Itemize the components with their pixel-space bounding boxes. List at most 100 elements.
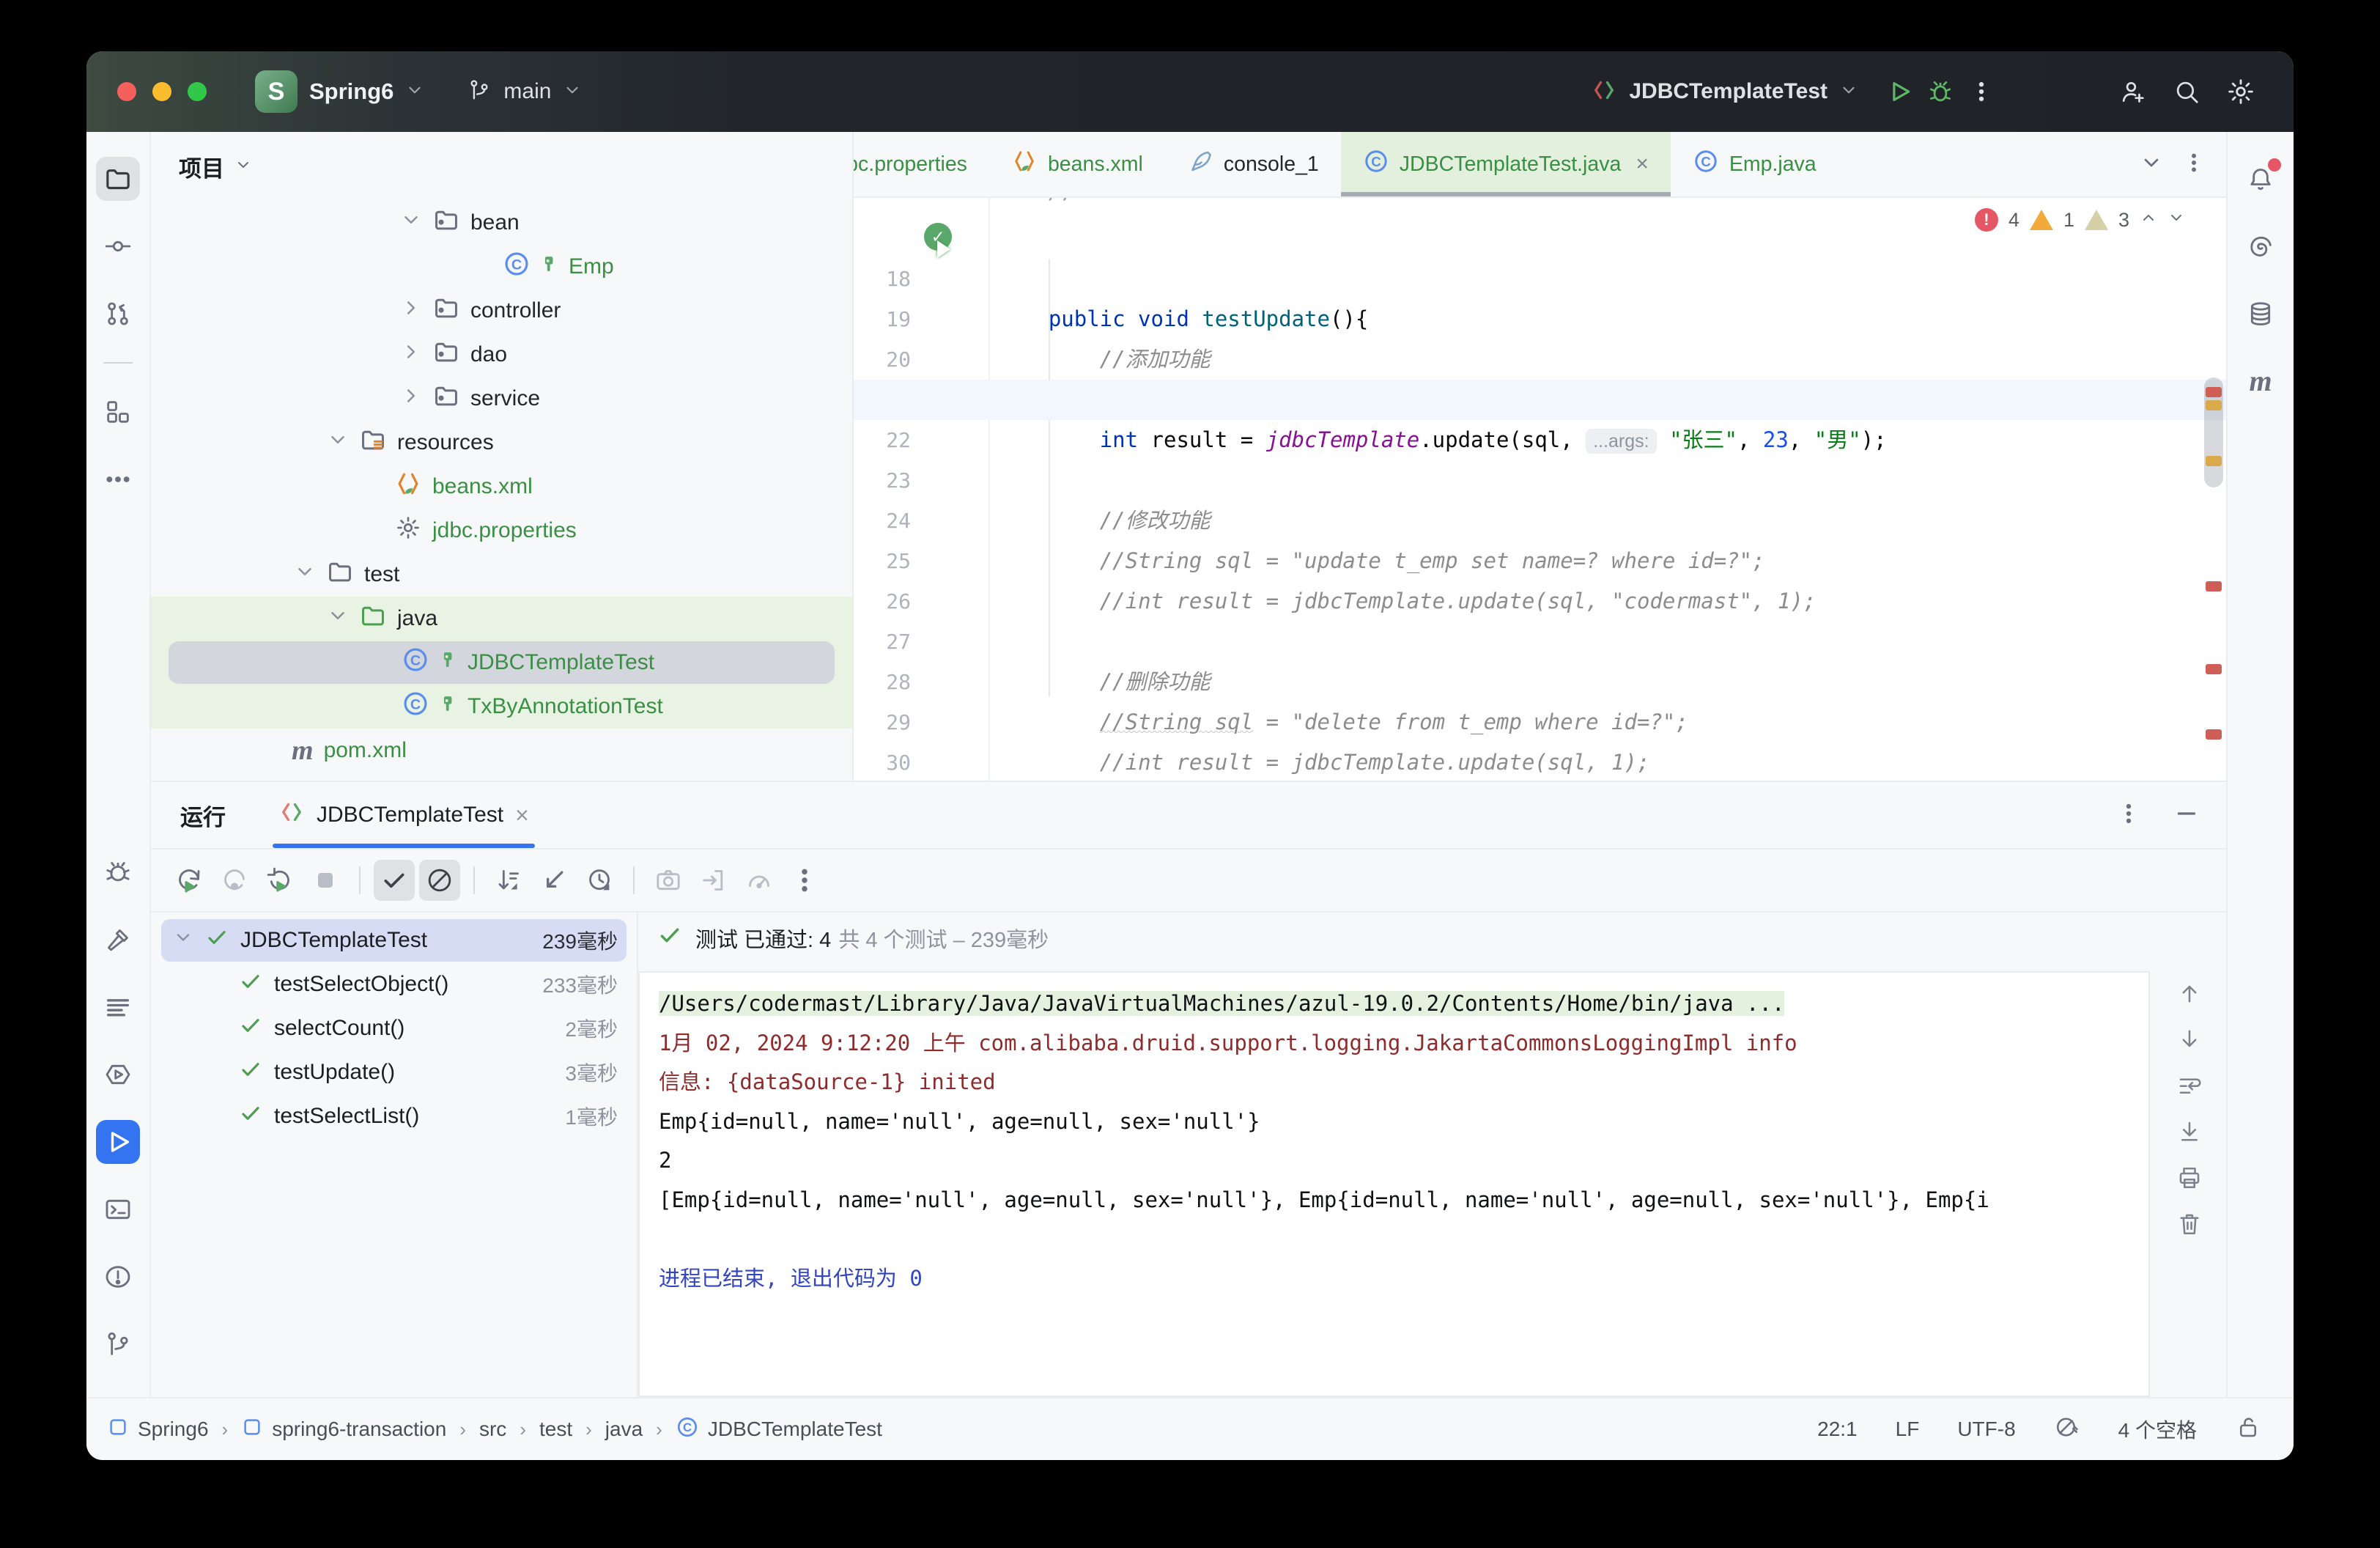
line-separator[interactable]: LF: [1896, 1418, 1920, 1441]
chevron-right-icon[interactable]: [400, 341, 422, 369]
search-everywhere-button[interactable]: [2166, 71, 2207, 112]
arrow-up-icon[interactable]: [2176, 980, 2203, 1010]
code-line-21[interactable]: 21 int result = jdbcTemplate.update(sql,…: [854, 339, 2200, 380]
more-actions-button[interactable]: [1961, 71, 2002, 112]
code-line-26[interactable]: 26: [854, 541, 2200, 581]
next-problem-button[interactable]: [2168, 209, 2185, 232]
editor-tab-jdbc.properties[interactable]: jdbc.properties: [854, 132, 989, 196]
test-row-testSelectObject()[interactable]: testSelectObject() 233毫秒: [151, 962, 637, 1006]
more-vertical-button[interactable]: [784, 860, 825, 901]
toolwindow-button-pull-request[interactable]: [96, 292, 140, 336]
tree-item-Emp[interactable]: C Emp: [151, 245, 852, 289]
toolwindow-button-debug-bug[interactable]: [96, 850, 140, 894]
toolwindow-button-structure[interactable]: [96, 390, 140, 434]
stop-button[interactable]: [305, 860, 346, 901]
settings-button[interactable]: [2220, 71, 2261, 112]
error-stripe-mark[interactable]: [2206, 664, 2222, 674]
indent-info[interactable]: 4 个空格: [2118, 1415, 2197, 1444]
show-passed-check-button[interactable]: [374, 860, 415, 901]
show-ignored-slash-button[interactable]: [419, 860, 460, 901]
run-config-widget[interactable]: JDBCTemplateTest: [1591, 77, 1858, 107]
editor-tab-JDBCTemplateTest.java[interactable]: C JDBCTemplateTest.java ×: [1341, 132, 1671, 196]
code-line-23[interactable]: 23 //修改功能: [854, 420, 2200, 460]
inspections-widget[interactable]: ! 4 1 3: [1975, 208, 2185, 232]
run-test-gutter-icon[interactable]: ✓: [924, 223, 958, 257]
toolwindow-button-project-folder[interactable]: [96, 157, 140, 201]
minimize-window-button[interactable]: [152, 82, 171, 101]
rerun-button[interactable]: [169, 860, 210, 901]
tree-item-JDBCTemplateTest[interactable]: C JDBCTemplateTest: [151, 641, 852, 685]
breadcrumb-item-spring6-transaction[interactable]: spring6-transaction: [241, 1416, 446, 1443]
run-button[interactable]: [1879, 71, 1920, 112]
editor-tab-beans.xml[interactable]: beans.xml: [989, 132, 1165, 196]
run-panel-options-button[interactable]: [2116, 801, 2141, 830]
chevron-down-icon[interactable]: [294, 561, 316, 589]
tree-item-java[interactable]: java: [151, 597, 852, 641]
screenshot-camera-button[interactable]: [648, 860, 689, 901]
editor-tab-Emp.java[interactable]: C Emp.java: [1671, 132, 1838, 196]
tree-item-TxByAnnotationTest[interactable]: C TxByAnnotationTest: [151, 685, 852, 729]
toolwindow-button-todo-lines[interactable]: [96, 985, 140, 1029]
code-line-31[interactable]: 31: [854, 742, 2200, 781]
breadcrumb-item-JDBCTemplateTest[interactable]: CJDBCTemplateTest: [676, 1415, 882, 1444]
highlighting-level-icon[interactable]: [2054, 1414, 2080, 1445]
test-row-testSelectList()[interactable]: testSelectList() 1毫秒: [151, 1094, 637, 1138]
arrow-down-icon[interactable]: [2176, 1026, 2203, 1056]
tree-item-dao[interactable]: dao: [151, 333, 852, 377]
chevron-down-icon[interactable]: [327, 605, 349, 633]
code-line-28[interactable]: 28 //String sql = "delete from t_emp whe…: [854, 622, 2200, 662]
toolwindow-button-database[interactable]: [2239, 292, 2283, 336]
editor-tab-console_1[interactable]: console_1: [1165, 132, 1341, 196]
hide-run-panel-button[interactable]: [2173, 800, 2200, 830]
tabs-list-icon[interactable]: [2140, 151, 2163, 178]
breadcrumb-item-Spring6[interactable]: Spring6: [107, 1416, 209, 1443]
chevron-down-icon[interactable]: [173, 927, 193, 954]
scroll-to-end-icon[interactable]: [2176, 1118, 2203, 1149]
chevron-right-icon[interactable]: [400, 385, 422, 413]
toolwindow-button-git-branch[interactable]: [96, 1322, 140, 1366]
run-tab[interactable]: JDBCTemplateTest ×: [273, 782, 535, 848]
error-stripe-mark[interactable]: [2206, 729, 2222, 740]
chevron-down-icon[interactable]: [327, 429, 349, 457]
code-line-24[interactable]: 24 //String sql = "update t_emp set name…: [854, 460, 2200, 501]
close-tab-icon[interactable]: ×: [1636, 152, 1649, 177]
toolwindow-button-commit[interactable]: [96, 224, 140, 268]
soft-wrap-icon[interactable]: [2176, 1072, 2203, 1102]
breadcrumb-item-java[interactable]: java: [605, 1418, 643, 1441]
error-stripe-mark[interactable]: [2206, 456, 2222, 466]
breadcrumb-item-src[interactable]: src: [479, 1418, 506, 1441]
toolwindow-button-more-horizontal[interactable]: [96, 457, 140, 501]
chevron-down-icon[interactable]: [234, 153, 252, 180]
editor-scrollbar[interactable]: [2200, 198, 2226, 781]
sort-alpha-button[interactable]: [488, 860, 529, 901]
debug-button[interactable]: [1920, 71, 1961, 112]
toolwindow-button-run-play[interactable]: [96, 1120, 140, 1164]
error-stripe-mark[interactable]: [2206, 400, 2222, 410]
console-output[interactable]: /Users/codermast/Library/Java/JavaVirtua…: [638, 971, 2150, 1397]
error-stripe-mark[interactable]: [2206, 387, 2222, 397]
prev-problem-button[interactable]: [2140, 209, 2157, 232]
tree-item-jdbc.properties[interactable]: jdbc.properties: [151, 509, 852, 553]
lock-open-icon[interactable]: [2235, 1414, 2261, 1445]
code-line-30[interactable]: 30 }: [854, 702, 2200, 742]
branch-widget[interactable]: main: [467, 78, 582, 106]
test-row-selectCount()[interactable]: selectCount() 2毫秒: [151, 1006, 637, 1050]
tree-item-service[interactable]: service: [151, 377, 852, 421]
close-run-tab-button[interactable]: ×: [515, 802, 529, 829]
tree-item-test[interactable]: test: [151, 553, 852, 597]
tree-item-beans.xml[interactable]: beans.xml: [151, 465, 852, 509]
toolwindow-button-terminal[interactable]: [96, 1187, 140, 1231]
chevron-down-icon[interactable]: [400, 209, 422, 237]
tabs-more-icon[interactable]: [2182, 151, 2206, 178]
close-window-button[interactable]: [117, 82, 136, 101]
chevron-right-icon[interactable]: [400, 297, 422, 325]
toolwindow-button-services[interactable]: [96, 1053, 140, 1096]
toolwindow-button-build-hammer[interactable]: [96, 918, 140, 962]
code-line-25[interactable]: 25 //int result = jdbcTemplate.update(sq…: [854, 501, 2200, 541]
code-line-20[interactable]: 20 String sql = "insert into t_emp value…: [854, 299, 2200, 339]
rerun-failed-button[interactable]: [214, 860, 255, 901]
code-line-27[interactable]: 27 //删除功能: [854, 581, 2200, 622]
tree-item-pom.xml[interactable]: m pom.xml: [151, 729, 852, 773]
project-widget[interactable]: S Spring6: [255, 70, 424, 113]
toolwindow-button-ai-swirl[interactable]: [2239, 224, 2283, 268]
